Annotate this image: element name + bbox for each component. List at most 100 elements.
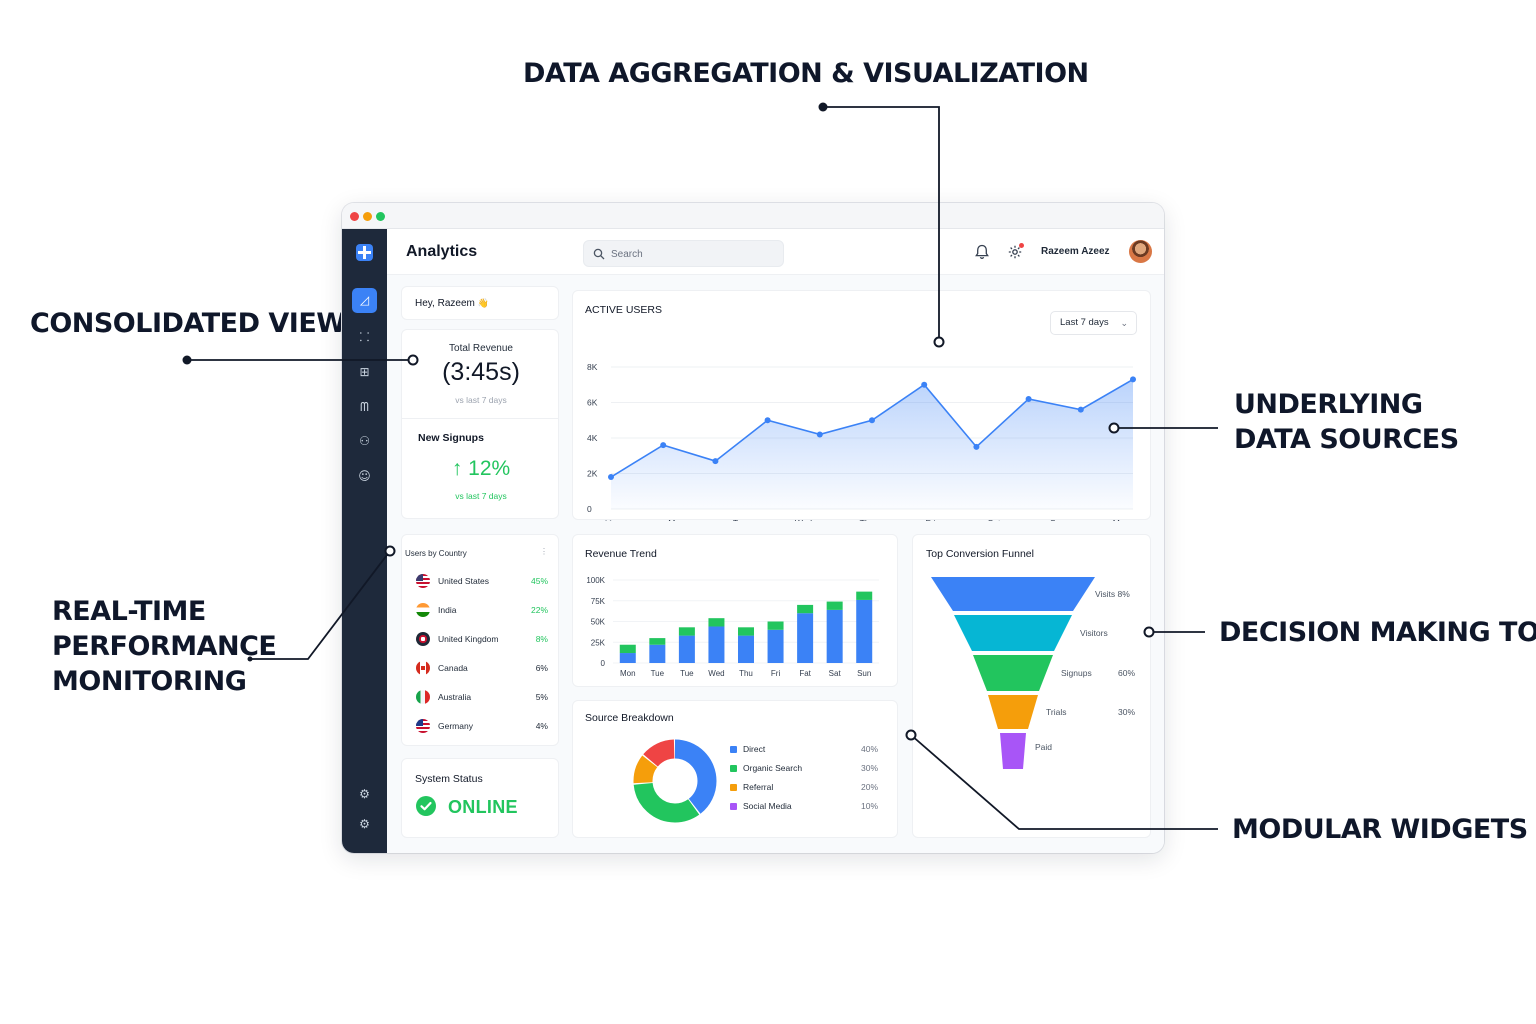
check-icon	[416, 796, 436, 816]
funnel-stage	[931, 577, 1095, 611]
wave-emoji: 👋	[477, 298, 489, 308]
x-tick-label: Sat	[988, 518, 1001, 521]
legend-swatch	[730, 803, 737, 810]
revenue-trend-chart: 0 25K 50K 75K 100K Mon Tue Tue Wed Thu Fri Fat Sat Su…	[586, 576, 879, 678]
country-row[interactable]: United Kingdom 8%	[416, 631, 548, 649]
search-icon	[593, 248, 605, 260]
callout-line: UNDERLYING	[1234, 389, 1423, 420]
country-row[interactable]: United States 45%	[416, 573, 548, 591]
search-input[interactable]	[611, 246, 771, 262]
funnel-stage-label: Visitors	[1080, 628, 1108, 638]
country-row[interactable]: Australia 5%	[416, 689, 548, 707]
bar	[767, 629, 784, 663]
grid-icon[interactable]: ⸬	[352, 325, 377, 350]
country-name: India	[438, 605, 457, 615]
bars-icon[interactable]: ᗰ	[352, 395, 377, 420]
funnel-stage-label: Paid	[1035, 742, 1052, 752]
canada-flag-icon	[416, 661, 430, 675]
legend-item: Referral 20%	[730, 781, 878, 797]
users-icon[interactable]: ⚇	[352, 429, 377, 454]
more-icon[interactable]: ⋮	[540, 547, 548, 556]
data-point	[712, 458, 719, 465]
x-tick-label: Mon	[605, 518, 622, 521]
x-tick-label: Wed	[795, 518, 813, 521]
active-users-card: ACTIVE USERS Last 7 days⌄ 02K4K6K8KMonMo…	[572, 290, 1151, 521]
connector-dot	[182, 355, 192, 365]
revenue-label: Total Revenue	[449, 343, 513, 354]
apps-icon[interactable]: ⊞	[352, 360, 377, 385]
settings-icon[interactable]: ⚙	[352, 782, 377, 807]
signups-section: New Signups ↑ 12% vs last 7 days	[402, 419, 558, 519]
analytics-icon[interactable]: ◿	[352, 288, 377, 313]
country-row[interactable]: Germany 4%	[416, 718, 548, 736]
y-tick-label: 0	[587, 504, 592, 514]
funnel-stage	[954, 615, 1072, 651]
notification-badge	[1019, 243, 1024, 248]
country-name: Canada	[438, 663, 468, 673]
legend-swatch	[730, 784, 737, 791]
revenue-trend-card: Revenue Trend 0 25K 50K 75K 100K Mon Tue Tue Wed…	[572, 534, 898, 687]
country-pct: 5%	[535, 692, 548, 702]
bar	[826, 609, 843, 663]
x-tick-label: Sun	[857, 669, 871, 678]
x-tick-label: Mon	[1113, 518, 1130, 521]
country-card-title: Users by Country	[405, 549, 467, 558]
search-box[interactable]	[583, 240, 784, 267]
country-pct: 22%	[530, 605, 548, 615]
country-pct: 45%	[530, 576, 548, 586]
bell-icon[interactable]	[973, 243, 991, 261]
x-tick-label: Fri	[926, 518, 936, 521]
australia-flag-icon	[416, 690, 430, 704]
sidebar: ◿ ⸬ ⊞ ᗰ ⚇ ☺ ⚙ ⚙	[342, 229, 387, 853]
legend-value: 20%	[860, 782, 878, 792]
funnel-pct-label: 30%	[1118, 707, 1135, 717]
x-tick-label: Tue	[680, 669, 694, 678]
x-tick-label: Fri	[771, 669, 781, 678]
callout-modular-widgets: MODULAR WIDGETS	[1232, 814, 1528, 845]
data-point	[921, 381, 928, 388]
greeting-name: Hey, Razeem	[415, 298, 475, 309]
close-window-button[interactable]	[350, 212, 359, 221]
legend-value: 40%	[860, 744, 878, 754]
data-point	[1130, 376, 1136, 383]
greeting-card: Hey, Razeem 👋	[401, 286, 559, 320]
uk-flag-icon	[416, 632, 430, 646]
x-tick-label: Fat	[799, 669, 811, 678]
country-pct: 4%	[535, 721, 548, 731]
funnel-stage	[988, 695, 1038, 729]
legend-label: Referral	[743, 782, 774, 792]
x-tick-label: Wed	[708, 669, 724, 678]
country-row[interactable]: Canada 6%	[416, 660, 548, 678]
bar-segment	[678, 627, 695, 636]
funnel-stage	[1000, 733, 1026, 769]
bar	[708, 626, 725, 663]
user-name[interactable]: Razeem Azeez	[1041, 246, 1110, 257]
connector-dot	[818, 102, 828, 112]
callout-decision-making-tool: DECISION MAKING TOOL	[1219, 617, 1536, 648]
signups-label: New Signups	[418, 432, 484, 444]
funnel-stage-label: Trials	[1046, 707, 1066, 717]
avatar[interactable]	[1129, 240, 1152, 263]
maximize-window-button[interactable]	[376, 212, 385, 221]
bar-segment	[856, 591, 873, 600]
user-icon[interactable]: ☺	[352, 464, 377, 489]
callout-line: DATA SOURCES	[1234, 424, 1459, 455]
y-tick-label: 100K	[586, 576, 605, 585]
x-tick-label: Tue	[651, 669, 665, 678]
bar-segment	[649, 638, 666, 645]
app-logo[interactable]	[356, 244, 373, 261]
settings-alt-icon[interactable]: ⚙	[352, 812, 377, 837]
bar-segment	[767, 621, 784, 630]
bar-segment	[738, 627, 754, 636]
minimize-window-button[interactable]	[363, 212, 372, 221]
bar-segment	[619, 644, 636, 654]
callout-real-time-monitoring: REAL-TIME PERFORMANCE MONITORING	[52, 594, 277, 699]
main-content: Analytics Razeem Azeez Hey, Razeem 👋 Tot…	[387, 229, 1164, 853]
bar	[856, 599, 873, 663]
data-point	[869, 417, 875, 424]
country-name: Germany	[438, 721, 473, 731]
funnel-stage	[973, 655, 1053, 691]
legend-label: Social Media	[743, 801, 792, 811]
country-row[interactable]: India 22%	[416, 602, 548, 620]
funnel-stage-label: Signups	[1061, 668, 1092, 678]
